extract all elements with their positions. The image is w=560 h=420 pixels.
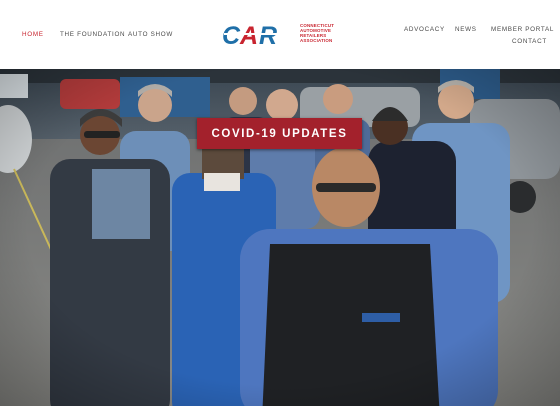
nav-home-link[interactable]: HOME	[22, 31, 44, 38]
nav-foundation-link[interactable]: THE FOUNDATION	[60, 31, 125, 38]
covid-updates-button[interactable]: COVID-19 UPDATES	[197, 118, 362, 149]
nav-advocacy-link[interactable]: ADVOCACY	[404, 26, 445, 33]
logo-swoosh	[224, 33, 294, 35]
logo-tagline: CONNECTICUT AUTOMOTIVE RETAILERS ASSOCIA…	[300, 23, 334, 43]
nav-member-portal-link[interactable]: MEMBER PORTAL	[491, 26, 554, 33]
logo-tagline-line: ASSOCIATION	[300, 38, 333, 44]
page-bottom-strip	[0, 406, 560, 420]
nav-contact-link[interactable]: CONTACT	[512, 38, 547, 45]
hero-photo: COVID-19 UPDATES	[0, 69, 560, 420]
site-header: HOME THE FOUNDATION AUTO SHOW C A R CONN…	[0, 0, 560, 69]
covid-updates-label: COVID-19 UPDATES	[211, 127, 348, 140]
nav-auto-show-link[interactable]: AUTO SHOW	[128, 31, 173, 38]
nav-news-link[interactable]: NEWS	[455, 26, 477, 33]
